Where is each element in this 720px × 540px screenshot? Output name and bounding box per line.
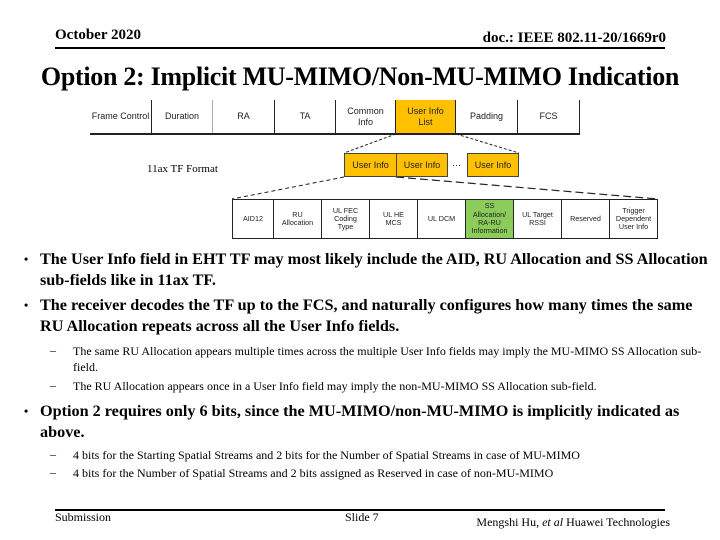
frame-field-padding: Padding (456, 100, 518, 133)
frame-field-duration: Duration (152, 100, 213, 133)
subfield-ul-dcm: UL DCM (418, 199, 466, 239)
frame-field-ra: RA (213, 100, 275, 133)
subfield-aid12: AID12 (232, 199, 274, 239)
bullet-item: Option 2 requires only 6 bits, since the… (40, 402, 680, 441)
sub-bullet-item: The RU Allocation appears once in a User… (73, 379, 597, 393)
bullet-item: The receiver decodes the TF up to the FC… (40, 296, 693, 335)
ellipsis: ··· (452, 160, 461, 170)
trigger-frame-diagram: Frame Control Duration RA TA Common Info… (0, 0, 720, 245)
footer-author: Mengshi Hu, et al Huawei Technologies (476, 515, 670, 530)
connector-line (455, 133, 520, 154)
frame-field-fcs: FCS (518, 100, 580, 133)
user-info-box: User Info (396, 153, 448, 177)
subfield-reserved: Reserved (562, 199, 610, 239)
dash-icon: – (50, 343, 56, 357)
dash-icon: – (50, 465, 56, 479)
frame-field-frame-control: Frame Control (90, 100, 152, 133)
frame-field-ta: TA (275, 100, 336, 133)
subfield-ul-target-rssi: UL Target RSSI (514, 199, 562, 239)
subfield-ru-allocation: RU Allocation (274, 199, 322, 239)
footer-submission: Submission (55, 510, 112, 524)
subfield-ul-fec-coding-type: UL FEC Coding Type (322, 199, 370, 239)
frame-field-common-info: Common Info (336, 100, 396, 133)
sub-bullet-item: 4 bits for the Number of Spatial Streams… (73, 466, 554, 480)
subfield-trigger-dependent-user-info: Trigger Dependent User Info (610, 199, 658, 239)
author-name: Mengshi Hu, (476, 515, 543, 529)
format-label: 11ax TF Format (147, 163, 218, 175)
subfield-ss-allocation: SS Allocation/ RA-RU Information (466, 199, 514, 239)
frame-field-user-info-list: User Info List (396, 100, 456, 133)
subfield-ul-he-mcs: UL HE MCS (370, 199, 418, 239)
footer-slide-number: Slide 7 (345, 510, 379, 524)
dash-icon: – (50, 447, 56, 461)
connector-line (231, 176, 345, 200)
bullet-icon: • (24, 404, 29, 418)
bullet-item: The User Info field in EHT TF may most l… (40, 250, 708, 289)
connector-line (343, 133, 397, 154)
dash-icon: – (50, 378, 56, 392)
author-org: Huawei Technologies (563, 515, 670, 529)
bullet-icon: • (24, 252, 29, 266)
user-info-box: User Info (467, 153, 519, 177)
sub-bullet-item: The same RU Allocation appears multiple … (73, 344, 702, 374)
author-etal: et al (542, 515, 564, 529)
user-info-box: User Info (344, 153, 397, 177)
bullet-icon: • (24, 298, 29, 312)
sub-bullet-item: 4 bits for the Starting Spatial Streams … (73, 448, 580, 462)
connector-line (395, 176, 659, 200)
frame-row-baseline (90, 133, 580, 135)
